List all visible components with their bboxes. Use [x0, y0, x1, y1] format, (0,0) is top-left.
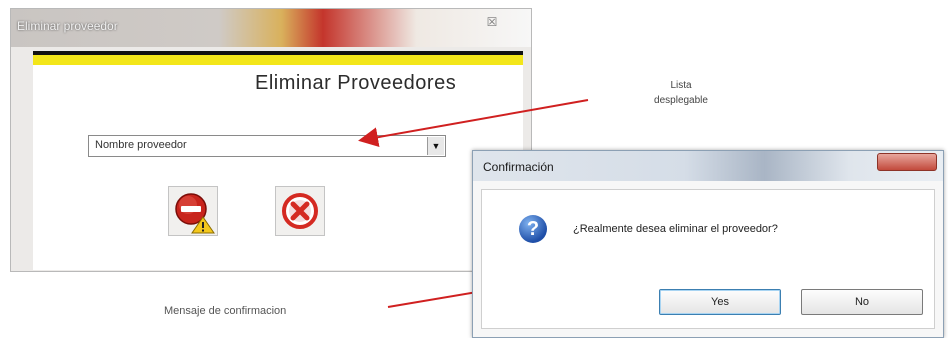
confirm-message: ¿Realmente desea eliminar el proveedor?	[573, 223, 778, 235]
arrow-to-dropdown	[358, 99, 589, 148]
confirm-dialog-titlebar[interactable]: Confirmación	[473, 151, 943, 181]
no-button[interactable]: No	[801, 289, 923, 315]
question-icon: ?	[519, 215, 547, 243]
close-button[interactable]	[877, 153, 937, 171]
confirm-dialog-window: Confirmación ? ¿Realmente desea eliminar…	[472, 150, 944, 338]
yes-button[interactable]: Yes	[659, 289, 781, 315]
confirm-dialog-title: Confirmación	[483, 160, 554, 174]
